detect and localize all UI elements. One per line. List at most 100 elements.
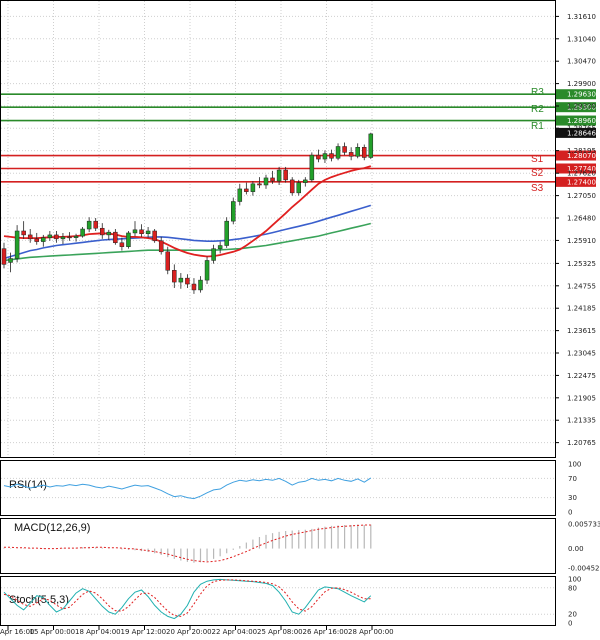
candle-body — [276, 169, 282, 182]
candle-body — [60, 236, 66, 240]
candle-body — [54, 234, 59, 240]
candle-body — [145, 230, 151, 234]
price-tick-label: 1.25325 — [567, 260, 596, 268]
candle-body — [316, 154, 321, 160]
stoch-tick-label: 20 — [568, 611, 577, 619]
rsi-tick-label: 100 — [568, 461, 581, 469]
candle-body — [303, 179, 308, 183]
candle-body — [126, 232, 131, 247]
candle-body — [139, 229, 144, 234]
candle-body — [152, 230, 157, 242]
pivot-name-S2: S2 — [531, 168, 544, 179]
candle-body — [211, 248, 216, 261]
price-tick-label: 1.24755 — [567, 282, 596, 290]
price-tick-label: 1.27620 — [567, 170, 596, 178]
candle-body — [257, 183, 262, 186]
price-tick-label: 1.21905 — [567, 394, 596, 402]
macd-tick-label: 0.00 — [568, 545, 584, 553]
price-tick-label: 1.28195 — [567, 147, 596, 155]
rsi-tick-label: 70 — [568, 475, 577, 483]
pivot-name-R3: R3 — [531, 87, 544, 98]
candle-body — [355, 147, 360, 157]
candle-body — [106, 231, 112, 236]
macd-tick-label: -0.004529 — [568, 564, 600, 572]
candle-body — [73, 235, 79, 238]
candle-body — [100, 227, 105, 236]
price-tick-label: 1.23045 — [567, 350, 596, 358]
candle-body — [47, 234, 53, 238]
candle-body — [67, 236, 72, 239]
price-tick-label: 1.29330 — [567, 103, 596, 111]
candle-body — [329, 153, 334, 159]
candle — [231, 197, 236, 225]
macd-tick-label: 0.005733 — [568, 521, 600, 529]
candle — [126, 230, 131, 249]
candle-body — [80, 228, 85, 237]
candle-body — [368, 133, 374, 158]
candle-body — [237, 188, 243, 202]
pivot-name-R1: R1 — [531, 121, 544, 132]
candle — [152, 229, 157, 243]
candle-body — [335, 146, 341, 159]
candle-body — [41, 237, 46, 242]
pivot-name-S1: S1 — [531, 154, 544, 165]
chart: 1.29630R31.29300R21.28960R11.280701.2774… — [0, 0, 600, 640]
rsi-tick-label: 0 — [568, 509, 572, 517]
time-tick-label: 20 Apr 20:00 — [166, 628, 212, 636]
candle — [368, 132, 374, 160]
price-tick-label: 1.23615 — [567, 327, 596, 335]
stoch-tick-label: 0 — [568, 620, 572, 628]
candle-body — [185, 277, 190, 285]
candle-body — [224, 220, 229, 246]
candle-body — [322, 153, 328, 160]
time-tick-label: 28 Apr 00:00 — [348, 628, 394, 636]
candle-body — [1, 248, 7, 265]
candle-body — [158, 240, 164, 253]
candle-body — [21, 230, 26, 236]
stoch-tick-label: 80 — [568, 584, 577, 592]
pivot-name-R2: R2 — [531, 104, 544, 115]
price-tick-label: 1.21335 — [567, 417, 596, 425]
candle-body — [263, 177, 269, 186]
pivot-price-label: 1.29630 — [567, 91, 596, 99]
time-axis: Apr 16:0015 Apr 00:00 18 Apr 04:00 19 Apr … — [0, 626, 394, 636]
candle-body — [93, 220, 98, 229]
price-tick-label: 1.22475 — [567, 372, 596, 380]
price-tick-label: 1.31610 — [567, 13, 596, 21]
rsi-tick-label: 30 — [568, 494, 577, 502]
candle — [204, 256, 210, 285]
price-tick-label: 1.26480 — [567, 215, 596, 223]
candle-body — [172, 270, 177, 283]
candle-body — [217, 245, 223, 249]
price-tick-label: 1.20765 — [567, 439, 596, 447]
candle-body — [178, 277, 184, 283]
price-tick-label: 1.31040 — [567, 35, 596, 43]
current-price-label: 1.28646 — [567, 129, 596, 137]
candle-body — [14, 230, 20, 259]
macd-label: MACD(12,26,9) — [14, 522, 90, 534]
candle-body — [342, 146, 347, 153]
candle-body — [198, 279, 203, 291]
candle-body — [250, 183, 256, 192]
candle-body — [34, 238, 39, 242]
price-tick-label: 1.27050 — [567, 192, 596, 200]
candle-body — [27, 234, 33, 240]
price-tick-label: 1.30470 — [567, 58, 596, 66]
candle-body — [191, 283, 197, 291]
candle-body — [231, 201, 236, 222]
candle-body — [113, 231, 118, 244]
price-tick-label: 1.24185 — [567, 305, 596, 313]
candle-body — [348, 152, 354, 157]
candle — [224, 217, 229, 248]
time-tick-label: 22 Apr 04:00 — [212, 628, 258, 636]
time-tick-label: 26 Apr 16:00 — [303, 628, 349, 636]
price-tick-label: 1.25910 — [567, 237, 596, 245]
candle-body — [165, 251, 170, 271]
candle-body — [362, 147, 367, 158]
price-tick-label: 1.29900 — [567, 80, 596, 88]
pivot-name-S3: S3 — [531, 183, 544, 194]
candle-body — [132, 229, 138, 234]
candle — [289, 177, 295, 196]
time-tick-label: 25 Apr 08:00 — [257, 628, 303, 636]
pivot-price-label: 1.27400 — [567, 178, 596, 186]
